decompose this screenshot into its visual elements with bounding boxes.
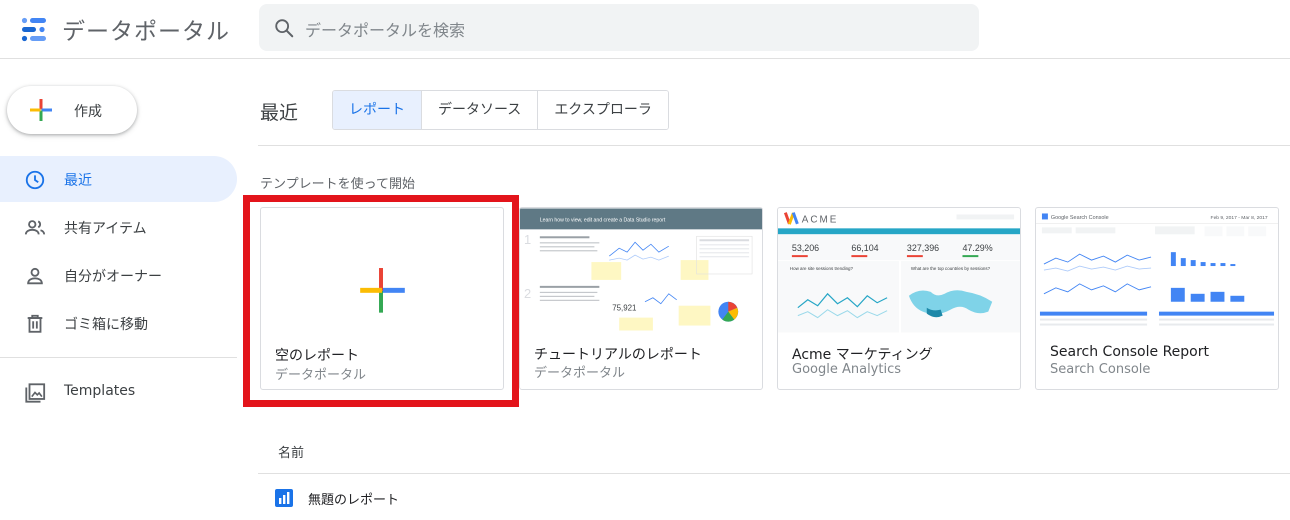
sidebar-item-label: ゴミ箱に移動: [64, 317, 148, 333]
image-icon: [25, 383, 46, 403]
svg-text:75,921: 75,921: [612, 304, 637, 313]
templates-heading: テンプレートを使って開始: [260, 177, 415, 192]
template-thumbnail: Learn how to view, edit and create a Dat…: [520, 208, 762, 333]
svg-text:53,206: 53,206: [792, 243, 819, 253]
template-thumbnail: [360, 268, 405, 313]
template-card-search-console[interactable]: Google Search Console Feb 9, 2017 - Mar …: [1035, 207, 1279, 390]
template-card-tutorial[interactable]: Learn how to view, edit and create a Dat…: [519, 207, 763, 390]
sidebar-item-label: Templates: [64, 383, 136, 399]
asset-tabs: レポート データソース エクスプローラ: [332, 90, 669, 130]
template-thumbnail: ACME 53,206 66,104 327,396 47.29% How ar…: [778, 208, 1020, 333]
list-divider: [258, 473, 1290, 474]
search-icon: [275, 19, 294, 38]
svg-text:How are site sessions trending: How are site sessions trending?: [790, 266, 854, 271]
svg-text:2: 2: [524, 286, 531, 301]
template-title: チュートリアルのレポート: [534, 347, 702, 363]
sidebar-divider: [0, 357, 237, 358]
column-header-name[interactable]: 名前: [278, 442, 304, 461]
template-thumbnail: Google Search Console Feb 9, 2017 - Mar …: [1036, 208, 1278, 333]
template-subtitle: Search Console: [1050, 362, 1151, 377]
person-icon: [27, 267, 43, 285]
plus-icon: [30, 99, 52, 121]
svg-text:66,104: 66,104: [851, 243, 878, 253]
plus-icon: [360, 268, 405, 313]
sidebar-item-recent[interactable]: 最近: [0, 156, 237, 202]
template-title: 空のレポート: [275, 348, 359, 364]
template-card-acme[interactable]: ACME 53,206 66,104 327,396 47.29% How ar…: [777, 207, 1021, 390]
svg-text:What are the top countries by: What are the top countries by sessions?: [911, 266, 991, 271]
data-studio-logo-icon[interactable]: [20, 15, 50, 45]
top-bar: データポータル データポータルを検索: [0, 0, 1290, 59]
template-title: Acme マーケティング: [792, 347, 933, 363]
create-button[interactable]: 作成: [7, 86, 137, 134]
svg-text:Google Search Console: Google Search Console: [1051, 215, 1109, 221]
svg-text:Feb 9, 2017 - Mar 8, 2017: Feb 9, 2017 - Mar 8, 2017: [1211, 215, 1268, 221]
list-item[interactable]: 無題のレポート: [258, 480, 1290, 516]
tab-reports[interactable]: レポート: [333, 91, 422, 129]
create-label: 作成: [74, 104, 102, 120]
sidebar-item-templates[interactable]: Templates: [0, 369, 237, 415]
report-name: 無題のレポート: [308, 493, 400, 508]
tab-data-sources[interactable]: データソース: [422, 91, 539, 129]
tab-explorer[interactable]: エクスプローラ: [538, 91, 668, 129]
sidebar-item-label: 最近: [64, 173, 92, 189]
people-icon: [24, 220, 46, 235]
page-title: 最近: [260, 102, 299, 124]
app-title: データポータル: [62, 19, 230, 45]
svg-text:Learn how to view, edit and cr: Learn how to view, edit and create a Dat…: [540, 217, 666, 223]
template-subtitle: データポータル: [534, 366, 626, 381]
sidebar-item-label: 自分がオーナー: [64, 269, 162, 285]
sidebar-item-shared[interactable]: 共有アイテム: [0, 204, 237, 250]
search-box[interactable]: データポータルを検索: [259, 4, 979, 51]
report-icon: [275, 489, 293, 507]
template-subtitle: データポータル: [275, 368, 367, 383]
sidebar-item-label: 共有アイテム: [64, 221, 147, 237]
svg-text:ACME: ACME: [802, 214, 839, 225]
svg-text:47.29%: 47.29%: [962, 243, 992, 253]
svg-text:327,396: 327,396: [907, 243, 939, 253]
sidebar-item-owned[interactable]: 自分がオーナー: [0, 252, 237, 298]
sidebar-item-trash[interactable]: ゴミ箱に移動: [0, 300, 237, 346]
template-subtitle: Google Analytics: [792, 362, 902, 377]
template-card-blank[interactable]: 空のレポート データポータル: [260, 207, 504, 390]
template-title: Search Console Report: [1050, 344, 1209, 360]
clock-icon: [25, 170, 45, 190]
main-divider: [258, 145, 1290, 146]
svg-text:1: 1: [524, 232, 531, 247]
search-input[interactable]: データポータルを検索: [305, 17, 465, 41]
trash-icon: [27, 314, 43, 333]
search-console-logo-icon: [1041, 213, 1048, 220]
